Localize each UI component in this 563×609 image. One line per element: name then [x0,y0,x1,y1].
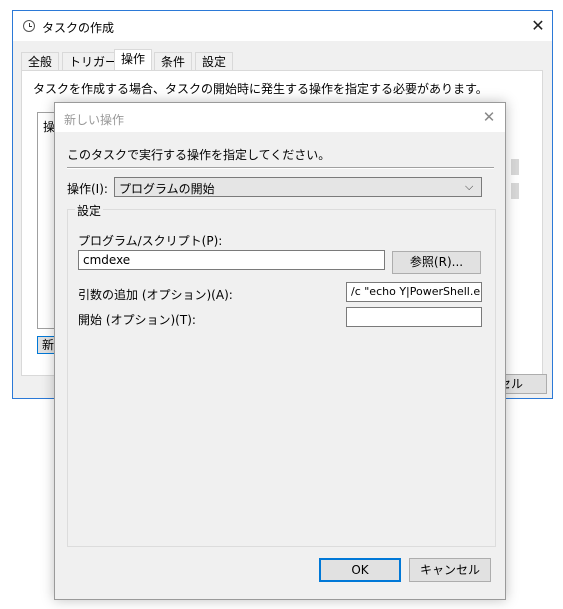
dialog-instruction: このタスクで実行する操作を指定してください。 [67,148,331,162]
window-title: タスクの作成 [42,21,115,35]
dialog-title-bar: 新しい操作 ✕ [55,103,505,132]
tab-conditions[interactable]: 条件 [154,52,193,70]
new-action-dialog: 新しい操作 ✕ このタスクで実行する操作を指定してください。 操作(I): プロ… [54,102,506,600]
arguments-label: 引数の追加 (オプション)(A): [78,288,233,302]
program-label: プログラム/スクリプト(P): [78,234,223,248]
tab-actions[interactable]: 操作 [114,49,153,71]
separator [67,167,494,169]
title-bar: タスクの作成 ✕ [13,11,552,41]
chevron-down-icon: ⌵ [465,180,474,193]
dialog-title: 新しい操作 [64,113,125,127]
cancel-button[interactable]: キャンセル [409,558,491,582]
action-select[interactable]: プログラムの開始 ⌵ [114,177,482,197]
browse-button[interactable]: 参照(R)... [392,251,481,274]
window-cancel-button[interactable]: セル [499,374,547,394]
clock-icon [23,20,35,32]
tab-settings[interactable]: 設定 [195,52,234,70]
arguments-input[interactable]: /c "echo Y|PowerShell.e: [346,282,482,302]
program-input[interactable]: cmdexe [78,250,385,270]
start-in-label: 開始 (オプション)(T): [78,313,196,327]
action-label: 操作(I): [67,182,108,196]
ok-button[interactable]: OK [319,558,401,582]
actions-description: タスクを作成する場合、タスクの開始時に発生する操作を指定する必要があります。 [33,82,488,96]
settings-legend: 設定 [75,202,104,219]
action-select-value: プログラムの開始 [119,182,215,196]
tab-general[interactable]: 全般 [21,52,60,70]
close-icon[interactable]: ✕ [479,107,499,127]
move-down-button[interactable] [511,183,519,199]
close-icon[interactable]: ✕ [528,16,548,36]
move-up-button[interactable] [511,159,519,175]
start-in-input[interactable] [346,307,482,327]
